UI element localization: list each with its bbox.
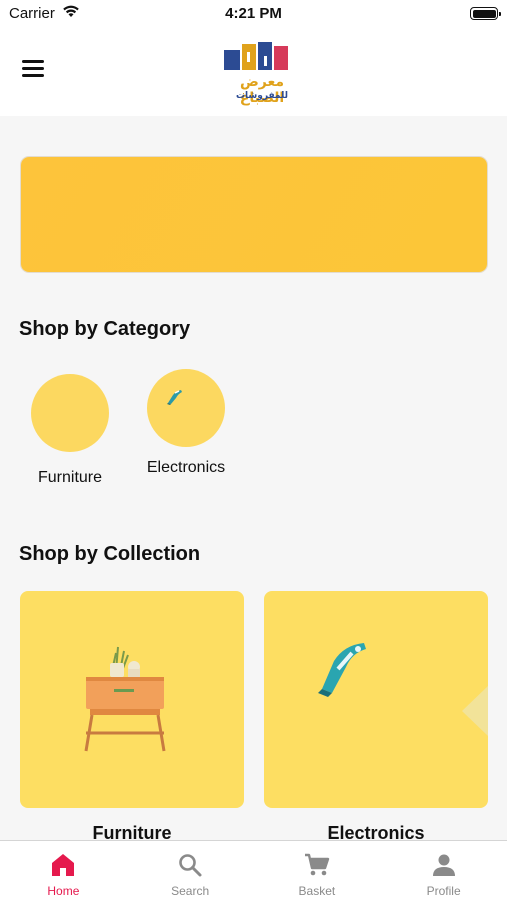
home-icon	[52, 854, 75, 876]
hamburger-line	[22, 74, 44, 77]
cart-icon	[304, 853, 330, 876]
category-section-title: Shop by Category	[19, 318, 191, 340]
category-label: Furniture	[37, 469, 103, 486]
logo-text-arabic: معرض الصباغ	[239, 74, 285, 106]
tab-label: Profile	[426, 884, 461, 898]
nightstand-icon	[84, 646, 166, 752]
hamburger-line	[22, 67, 44, 70]
clock: 4:21 PM	[225, 5, 282, 22]
tab-basket[interactable]: Basket	[254, 841, 381, 900]
category-label: Electronics	[146, 459, 226, 476]
iron-icon	[318, 643, 366, 697]
store-logo: معرض الصباغ للمفروشات	[218, 38, 306, 112]
tab-search[interactable]: Search	[127, 841, 254, 900]
status-bar: Carrier 4:21 PM	[0, 0, 507, 28]
collection-card-electronics[interactable]	[264, 591, 488, 808]
logo-subtext-arabic: للمفروشات	[235, 91, 289, 101]
promo-banner[interactable]	[21, 157, 487, 272]
chevron-left-icon[interactable]	[462, 686, 488, 736]
collection-card-furniture[interactable]	[20, 591, 244, 808]
bottom-tab-bar: Home Search Basket Profile	[0, 840, 507, 900]
category-image	[31, 374, 109, 452]
tab-profile[interactable]: Profile	[380, 841, 507, 900]
iron-icon	[167, 390, 182, 405]
tab-label: Search	[171, 884, 210, 898]
tab-label: Home	[47, 884, 80, 898]
category-item-furniture[interactable]: Furniture	[25, 374, 115, 488]
tab-label: Basket	[298, 884, 336, 898]
category-image	[147, 369, 225, 447]
app-header: معرض الصباغ للمفروشات	[0, 28, 507, 116]
hamburger-line	[22, 60, 44, 63]
collection-section-title: Shop by Collection	[19, 543, 201, 565]
category-item-electronics[interactable]: Electronics	[141, 369, 231, 478]
menu-button[interactable]	[22, 60, 48, 82]
tab-home[interactable]: Home	[0, 841, 127, 900]
search-icon	[179, 854, 202, 877]
person-icon	[432, 854, 455, 876]
battery-icon	[470, 7, 501, 20]
logo-emblem	[224, 42, 288, 70]
